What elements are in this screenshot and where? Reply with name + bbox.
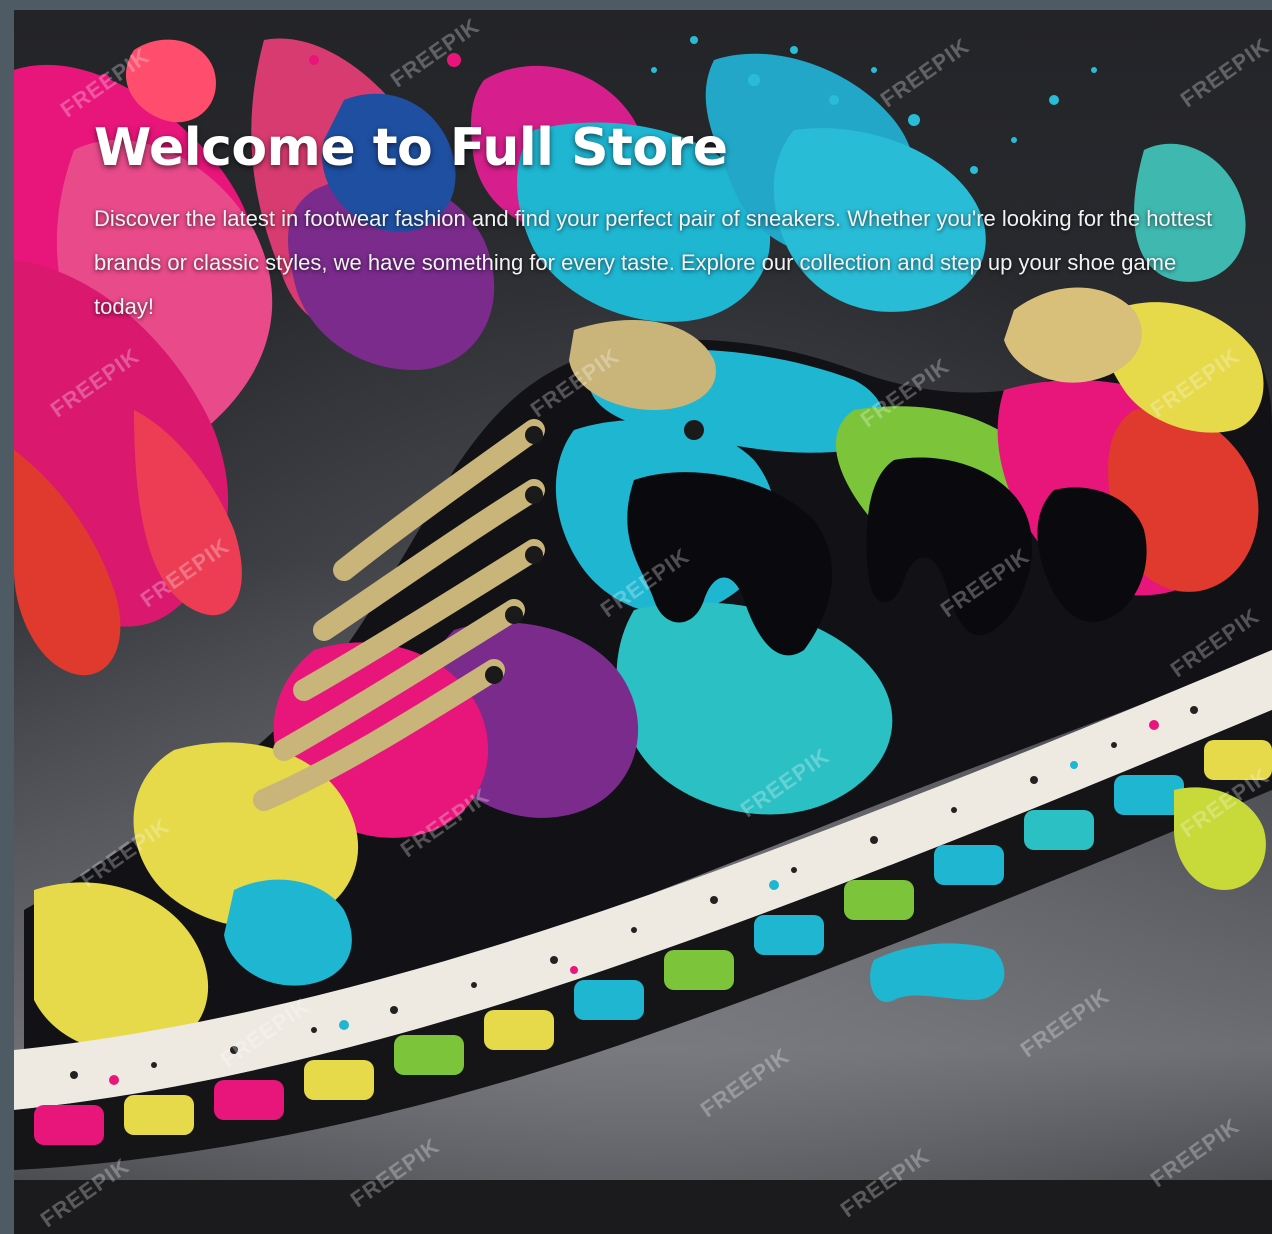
hero-description: Discover the latest in footwear fashion …: [94, 206, 1213, 320]
hero-text-block: Welcome to Full Store Discover the lates…: [94, 118, 1214, 329]
hero-banner: Welcome to Full Store Discover the lates…: [14, 10, 1272, 1234]
hero-title: Welcome to Full Store: [94, 118, 728, 178]
